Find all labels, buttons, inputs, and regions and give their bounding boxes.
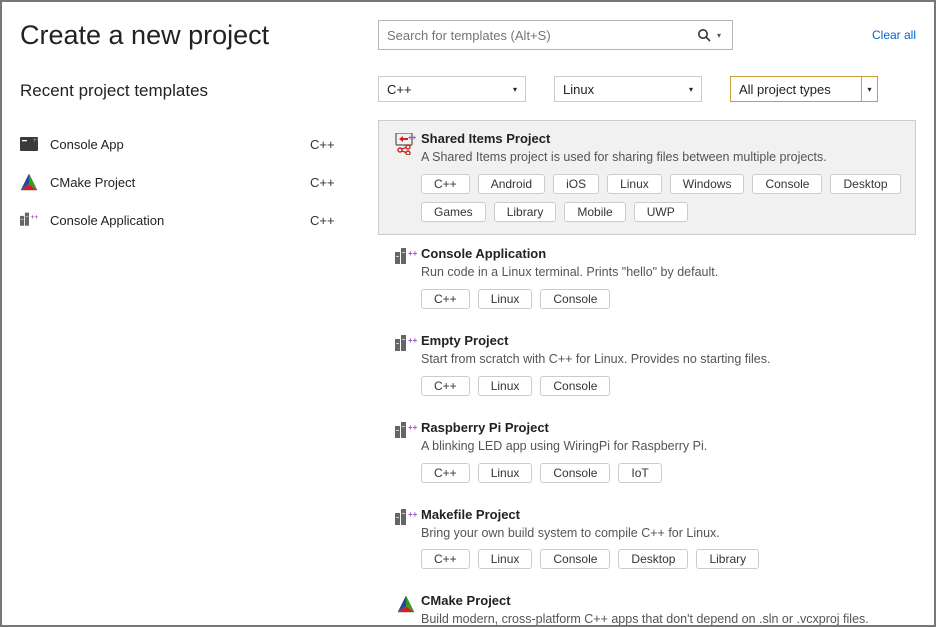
template-tag: C++ [421, 463, 470, 483]
recent-template-lang: C++ [310, 175, 360, 190]
recent-template-item[interactable]: CMake ProjectC++ [20, 163, 360, 201]
svg-text:++: ++ [408, 510, 417, 519]
template-tags: C++ Linux Console Desktop Library [421, 549, 903, 569]
template-tag: Console [752, 174, 822, 194]
template-tag: Linux [478, 289, 533, 309]
template-tag: Console [540, 376, 610, 396]
template-tag: C++ [421, 376, 470, 396]
recent-template-lang: C++ [310, 213, 360, 228]
template-item[interactable]: ++ Shared Items Project A Shared Items pro… [378, 120, 916, 235]
template-title: CMake Project [421, 593, 903, 608]
linuxcpp-icon: ++ [391, 333, 421, 396]
template-title: Shared Items Project [421, 131, 903, 146]
template-tag: Console [540, 463, 610, 483]
template-tag: iOS [553, 174, 599, 194]
template-tags: C++ Linux Console [421, 376, 903, 396]
template-title: Makefile Project [421, 507, 903, 522]
recent-template-name: Console App [50, 137, 310, 152]
template-tag: C++ [421, 289, 470, 309]
template-description: Bring your own build system to compile C… [421, 525, 903, 542]
recent-templates-list: ++Console AppC++CMake ProjectC++++Consol… [20, 125, 360, 239]
template-description: Run code in a Linux terminal. Prints "he… [421, 264, 903, 281]
template-tag: Desktop [618, 549, 688, 569]
template-tag: IoT [618, 463, 661, 483]
template-description: Build modern, cross-platform C++ apps th… [421, 611, 903, 625]
template-tag: Linux [478, 549, 533, 569]
template-tags: C++ Linux Console IoT [421, 463, 903, 483]
page-title: Create a new project [20, 20, 360, 51]
recent-template-lang: C++ [310, 137, 360, 152]
svg-text:++: ++ [408, 249, 417, 258]
recent-template-name: Console Application [50, 213, 310, 228]
search-dropdown-caret[interactable]: ▾ [714, 31, 724, 40]
template-list: ++ Shared Items Project A Shared Items pro… [378, 120, 916, 625]
search-icon[interactable] [694, 28, 714, 42]
linuxcpp-icon: ++ [391, 420, 421, 483]
template-tag: C++ [421, 549, 470, 569]
cmake-icon [20, 173, 38, 191]
chevron-down-icon: ▾ [689, 85, 693, 94]
search-templates-box[interactable]: ▾ [378, 20, 733, 50]
template-tag: Games [421, 202, 486, 222]
filter-language-value: C++ [387, 82, 513, 97]
template-description: A Shared Items project is used for shari… [421, 149, 903, 166]
filter-language-dropdown[interactable]: C++ ▾ [378, 76, 526, 102]
recent-template-item[interactable]: ++ Console ApplicationC++ [20, 201, 360, 239]
filter-platform-dropdown[interactable]: Linux ▾ [554, 76, 702, 102]
template-tag: Library [494, 202, 557, 222]
search-input[interactable] [387, 28, 694, 43]
template-item[interactable]: ++ Raspberry Pi Project A blinking LED app… [378, 409, 916, 496]
svg-text:++: ++ [31, 214, 38, 221]
template-item[interactable]: ++ Makefile Project Bring your own build s… [378, 496, 916, 583]
svg-text:++: ++ [408, 135, 416, 142]
filter-platform-value: Linux [563, 82, 689, 97]
recent-templates-title: Recent project templates [20, 81, 360, 101]
template-item[interactable]: ++ Console Application Run code in a Linux… [378, 235, 916, 322]
linuxcpp-icon: ++ [20, 211, 38, 229]
filter-project-type-dropdown[interactable]: All project types ▾ [730, 76, 878, 102]
template-tags: C++ Android iOS Linux Windows Console Desktop G… [421, 174, 903, 222]
template-tag: Windows [670, 174, 745, 194]
console-icon: ++ [20, 135, 38, 153]
filter-project-type-value: All project types [739, 82, 855, 97]
template-tag: C++ [421, 174, 470, 194]
template-description: Start from scratch with C++ for Linux. P… [421, 351, 903, 368]
linuxcpp-icon: ++ [391, 507, 421, 570]
svg-text:++: ++ [33, 138, 38, 144]
template-tag: Library [696, 549, 759, 569]
template-title: Raspberry Pi Project [421, 420, 903, 435]
template-item[interactable]: CMake Project Build modern, cross-platfor… [378, 582, 916, 625]
clear-all-link[interactable]: Clear all [872, 28, 916, 42]
template-tag: Console [540, 289, 610, 309]
svg-text:++: ++ [408, 336, 417, 345]
svg-text:++: ++ [408, 423, 417, 432]
template-tag: Linux [478, 376, 533, 396]
template-description: A blinking LED app using WiringPi for Ra… [421, 438, 903, 455]
template-tag: Linux [607, 174, 662, 194]
template-tag: Console [540, 549, 610, 569]
template-tag: Mobile [564, 202, 625, 222]
chevron-down-icon: ▾ [513, 85, 517, 94]
template-item[interactable]: ++ Empty Project Start from scratch with C… [378, 322, 916, 409]
recent-template-item[interactable]: ++ Console AppC++ [20, 125, 360, 163]
shared-icon: ++ [391, 131, 421, 222]
template-tag: UWP [634, 202, 688, 222]
cmake-icon [391, 593, 421, 625]
template-title: Empty Project [421, 333, 903, 348]
recent-template-name: CMake Project [50, 175, 310, 190]
chevron-down-icon: ▾ [861, 76, 877, 102]
template-title: Console Application [421, 246, 903, 261]
template-tags: C++ Linux Console [421, 289, 903, 309]
template-tag: Linux [478, 463, 533, 483]
template-tag: Android [478, 174, 545, 194]
linuxcpp-icon: ++ [391, 246, 421, 309]
template-tag: Desktop [830, 174, 900, 194]
